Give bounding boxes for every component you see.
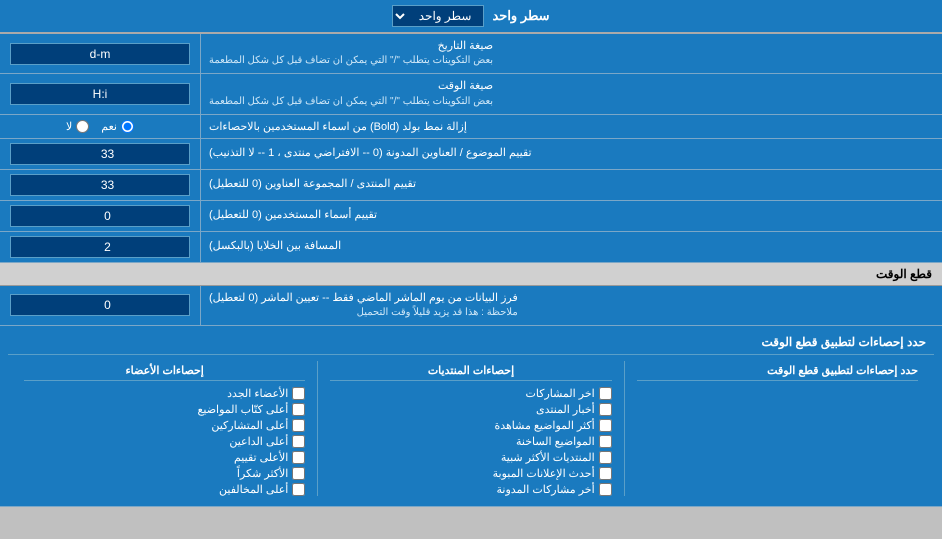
stat-checkbox-1[interactable] xyxy=(599,403,612,416)
forum-group-input[interactable] xyxy=(10,174,190,196)
member-stat-item-6: أعلى المخالفين xyxy=(24,483,305,496)
cutoff-row: فرز البيانات من يوم الماشر الماضي فقط --… xyxy=(0,286,942,326)
forum-group-row: تقييم المنتدى / المجموعة العناوين (0 للت… xyxy=(0,170,942,201)
stats-members-header: إحصاءات الأعضاء xyxy=(24,361,305,381)
stat-item-4: المنتديات الأكثر شبية xyxy=(330,451,611,464)
member-stat-item-2: أعلى المتشاركين xyxy=(24,419,305,432)
member-stat-item-1: أعلى كتّاب المواضيع xyxy=(24,403,305,416)
radio-no-label[interactable]: لا xyxy=(66,120,89,133)
usernames-input-wrapper xyxy=(0,201,200,231)
topics-count-label: تقييم الموضوع / العناوين المدونة (0 -- ا… xyxy=(200,139,942,169)
time-format-row: صيغة الوقت بعض التكوينات يتطلب "/" التي … xyxy=(0,74,942,114)
usernames-row: تقييم أسماء المستخدمين (0 للتعطيل) xyxy=(0,201,942,232)
stats-body: حدد إحصاءات لتطبيق قطع الوقت إحصاءات الم… xyxy=(8,355,934,502)
stats-right-placeholder: حدد إحصاءات لتطبيق قطع الوقت xyxy=(629,361,926,496)
bold-remove-row: إزالة نمط بولد (Bold) من اسماء المستخدمي… xyxy=(0,115,942,139)
date-format-input-wrapper xyxy=(0,34,200,73)
date-format-input[interactable] xyxy=(10,43,190,65)
member-stat-item-0: الأعضاء الجدد xyxy=(24,387,305,400)
date-format-row: صيغة التاريخ بعض التكوينات يتطلب "/" الت… xyxy=(0,34,942,74)
member-stat-checkbox-1[interactable] xyxy=(292,403,305,416)
cutoff-input-wrapper xyxy=(0,286,200,325)
time-format-input[interactable] xyxy=(10,83,190,105)
time-format-label: صيغة الوقت بعض التكوينات يتطلب "/" التي … xyxy=(200,74,942,113)
member-stat-item-3: أعلى الداعين xyxy=(24,435,305,448)
stats-members-col: إحصاءات الأعضاء الأعضاء الجدد أعلى كتّاب… xyxy=(16,361,313,496)
stat-item-1: أخبار المنتدى xyxy=(330,403,611,416)
member-stat-checkbox-4[interactable] xyxy=(292,451,305,464)
member-stat-checkbox-2[interactable] xyxy=(292,419,305,432)
stat-checkbox-6[interactable] xyxy=(599,483,612,496)
distance-row: المسافة بين الخلايا (بالبكسل) xyxy=(0,232,942,263)
stat-checkbox-2[interactable] xyxy=(599,419,612,432)
stat-checkbox-5[interactable] xyxy=(599,467,612,480)
topics-count-row: تقييم الموضوع / العناوين المدونة (0 -- ا… xyxy=(0,139,942,170)
cutoff-input[interactable] xyxy=(10,294,190,316)
stat-item-2: أكثر المواضيع مشاهدة xyxy=(330,419,611,432)
topics-count-input-wrapper xyxy=(0,139,200,169)
stat-checkbox-0[interactable] xyxy=(599,387,612,400)
usernames-input[interactable] xyxy=(10,205,190,227)
cutoff-label: فرز البيانات من يوم الماشر الماضي فقط --… xyxy=(200,286,942,325)
stat-checkbox-4[interactable] xyxy=(599,451,612,464)
stats-forum-header: إحصاءات المنتديات xyxy=(330,361,611,381)
distance-input[interactable] xyxy=(10,236,190,258)
usernames-label: تقييم أسماء المستخدمين (0 للتعطيل) xyxy=(200,201,942,231)
member-stat-checkbox-3[interactable] xyxy=(292,435,305,448)
radio-yes[interactable] xyxy=(121,120,134,133)
forum-group-label: تقييم المنتدى / المجموعة العناوين (0 للت… xyxy=(200,170,942,200)
member-stat-checkbox-5[interactable] xyxy=(292,467,305,480)
header-label: سطر واحد xyxy=(492,8,549,24)
bold-remove-label: إزالة نمط بولد (Bold) من اسماء المستخدمي… xyxy=(200,115,942,138)
stats-forum-col: إحصاءات المنتديات اخر المشاركات أخبار ال… xyxy=(322,361,619,496)
member-stat-checkbox-6[interactable] xyxy=(292,483,305,496)
stat-item-0: اخر المشاركات xyxy=(330,387,611,400)
stats-header: حدد إحصاءات لتطبيق قطع الوقت xyxy=(8,330,934,355)
distance-input-wrapper xyxy=(0,232,200,262)
bold-remove-input-wrapper: نعم لا xyxy=(0,115,200,138)
radio-no[interactable] xyxy=(76,120,89,133)
stat-item-5: أحدث الإعلانات المبوبة xyxy=(330,467,611,480)
stats-section: حدد إحصاءات لتطبيق قطع الوقت حدد إحصاءات… xyxy=(0,326,942,507)
radio-yes-label[interactable]: نعم xyxy=(101,120,134,133)
stat-item-6: أخر مشاركات المدونة xyxy=(330,483,611,496)
cutoff-section-header: قطع الوقت xyxy=(0,263,942,286)
time-format-input-wrapper xyxy=(0,74,200,113)
member-stat-checkbox-0[interactable] xyxy=(292,387,305,400)
divider-2 xyxy=(317,361,318,496)
stats-right-label: حدد إحصاءات لتطبيق قطع الوقت xyxy=(637,361,918,381)
header-row: سطر واحد سطر واحد سطرين ثلاثة أسطر xyxy=(0,0,942,34)
distance-label: المسافة بين الخلايا (بالبكسل) xyxy=(200,232,942,262)
date-format-label: صيغة التاريخ بعض التكوينات يتطلب "/" الت… xyxy=(200,34,942,73)
stat-checkbox-3[interactable] xyxy=(599,435,612,448)
member-stat-item-4: الأعلى تقييم xyxy=(24,451,305,464)
stat-item-3: المواضيع الساخنة xyxy=(330,435,611,448)
lines-select[interactable]: سطر واحد سطرين ثلاثة أسطر xyxy=(392,5,484,27)
topics-count-input[interactable] xyxy=(10,143,190,165)
member-stat-item-5: الأكثر شكراً xyxy=(24,467,305,480)
divider-1 xyxy=(624,361,625,496)
forum-group-input-wrapper xyxy=(0,170,200,200)
main-container: سطر واحد سطر واحد سطرين ثلاثة أسطر صيغة … xyxy=(0,0,942,507)
